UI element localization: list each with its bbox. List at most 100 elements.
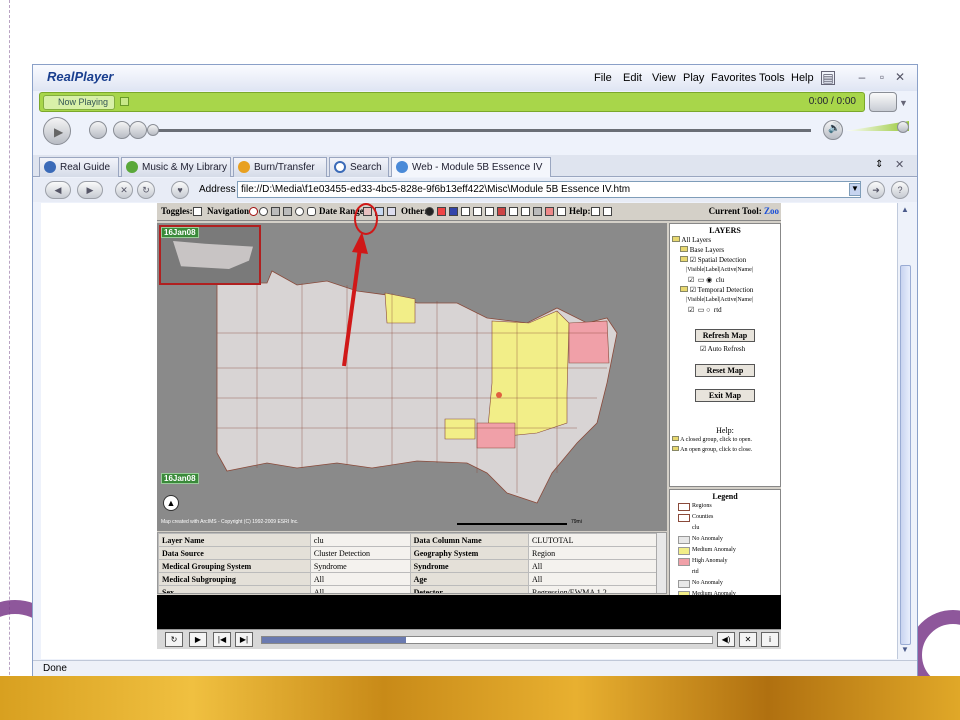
export-icon[interactable] — [545, 207, 554, 216]
scroll-down-icon[interactable]: ▼ — [901, 645, 909, 654]
tab-burn-transfer[interactable]: Burn/Transfer — [233, 157, 327, 177]
previous-extent-icon[interactable] — [283, 207, 292, 216]
realplayer-logo-button[interactable] — [869, 92, 897, 112]
table-row: Medical Subgrouping All Age All — [158, 572, 658, 586]
address-input[interactable]: file://D:\Media\f1e03455-ed33-4bc5-828e-… — [237, 181, 861, 198]
tab-music-library[interactable]: Music & My Library — [121, 157, 231, 177]
reset-map-button[interactable]: Reset Map — [695, 364, 755, 377]
scroll-up-icon[interactable]: ▲ — [901, 205, 909, 214]
embedded-info-button[interactable]: i — [761, 632, 779, 647]
tab-close-icon[interactable]: ✕ — [895, 158, 904, 171]
favorite-heart-button[interactable]: ♥ — [171, 181, 189, 199]
legend-row: No Anomaly — [672, 578, 778, 589]
tab-real-guide[interactable]: Real Guide — [39, 157, 119, 177]
map-view[interactable]: 16Jan08 16Jan08 ▲ Map created with ArcIM… — [157, 223, 667, 531]
print-icon[interactable] — [533, 207, 542, 216]
auto-refresh-checkbox[interactable]: ☑ Auto Refresh — [672, 344, 778, 354]
menu-file[interactable]: File — [594, 72, 612, 84]
grid-icon[interactable] — [485, 207, 494, 216]
folder-open-icon — [680, 256, 688, 262]
page-vertical-scrollbar[interactable]: ▲ ▼ — [897, 203, 913, 659]
annotation-circle — [354, 203, 378, 235]
embedded-play-button[interactable]: ▶ — [189, 632, 207, 647]
options-icon[interactable] — [557, 207, 566, 216]
embedded-next-button[interactable]: ▶| — [235, 632, 253, 647]
table-row: Medical Grouping System Syndrome Syndrome A… — [158, 559, 658, 573]
embedded-prev-button[interactable]: |◀ — [213, 632, 231, 647]
seek-bar[interactable] — [151, 129, 811, 132]
menu-view[interactable]: View — [652, 72, 676, 84]
scroll-thumb[interactable] — [900, 265, 911, 645]
close-icon[interactable]: ✕ — [893, 71, 907, 85]
full-extent-icon[interactable] — [271, 207, 280, 216]
stop-load-button[interactable]: ✕ — [115, 181, 133, 199]
exit-map-button[interactable]: Exit Map — [695, 389, 755, 402]
help-question-icon[interactable] — [603, 207, 612, 216]
legend-label: Medium Anomaly — [692, 547, 736, 553]
table-key-cell: Syndrome — [409, 559, 530, 573]
pan-hand-icon[interactable] — [307, 207, 316, 216]
layer-clu[interactable]: ☑ ▭ ◉ clu — [672, 275, 778, 285]
query-icon[interactable] — [473, 207, 482, 216]
next-button[interactable] — [129, 121, 147, 139]
table-value-cell: All — [528, 559, 658, 573]
address-dropdown-icon[interactable]: ▼ — [849, 183, 861, 196]
play-button[interactable]: ▶ — [43, 117, 71, 145]
refresh-button[interactable]: ↻ — [137, 181, 155, 199]
identify-icon[interactable] — [437, 207, 446, 216]
menu-edit[interactable]: Edit — [623, 72, 642, 84]
info-table-scrollbar[interactable] — [656, 533, 666, 593]
menu-tools[interactable]: Tools — [759, 72, 785, 84]
measure-icon[interactable] — [509, 207, 518, 216]
volume-thumb[interactable] — [897, 121, 909, 133]
tab-web-module[interactable]: Web - Module 5B Essence IV — [391, 157, 551, 177]
layer-spatial-detection[interactable]: ☑ Spatial Detection — [672, 255, 778, 265]
toggles-label: Toggles: — [161, 206, 193, 216]
embedded-progress-track[interactable] — [261, 636, 713, 644]
find-binoculars-icon[interactable] — [449, 207, 458, 216]
menu-help[interactable]: Help — [791, 72, 814, 84]
playlist-icon[interactable] — [120, 97, 129, 106]
map-date-label: 16Jan08 — [161, 473, 199, 484]
forward-button[interactable]: ▶ — [77, 181, 103, 199]
volume-button[interactable]: 🔊 — [823, 120, 843, 140]
scale-label: 79mi — [571, 519, 582, 525]
back-button[interactable]: ◀ — [45, 181, 71, 199]
stop-button[interactable] — [89, 121, 107, 139]
embedded-volume-button[interactable]: ◀) — [717, 632, 735, 647]
help-bubble-button[interactable]: ? — [891, 181, 909, 199]
date-range-table-icon[interactable] — [387, 207, 396, 216]
tab-scroll-icon[interactable]: ⇕ — [875, 159, 883, 170]
buffer-icon[interactable] — [497, 207, 506, 216]
menu-favorites[interactable]: Favorites — [711, 72, 756, 84]
go-button[interactable]: ➜ — [867, 181, 885, 199]
maximize-icon[interactable]: ▫ — [875, 71, 889, 85]
now-playing-button[interactable]: Now Playing — [43, 95, 115, 110]
seek-thumb[interactable] — [147, 124, 159, 136]
zoom-active-icon[interactable] — [295, 207, 304, 216]
layer-temporal-detection[interactable]: ☑ Temporal Detection — [672, 285, 778, 295]
legend-swatch — [678, 558, 690, 566]
medium-anomaly-region-south — [444, 418, 476, 440]
layer-base-layers[interactable]: Base Layers — [672, 245, 778, 255]
zoom-in-icon[interactable] — [249, 207, 258, 216]
compact-view-icon[interactable]: ▤ — [821, 71, 835, 85]
toggle-overview-icon[interactable] — [193, 207, 202, 216]
layer-all-layers[interactable]: All Layers — [672, 235, 778, 245]
medium-anomaly-region-east — [486, 310, 570, 439]
clear-selection-icon[interactable] — [521, 207, 530, 216]
tab-search[interactable]: Search — [329, 157, 389, 177]
info-icon[interactable] — [425, 207, 434, 216]
select-icon[interactable] — [461, 207, 470, 216]
help-book-icon[interactable] — [591, 207, 600, 216]
replay-button[interactable]: ↻ — [165, 632, 183, 647]
chevron-down-icon[interactable]: ▼ — [899, 98, 908, 108]
refresh-map-button[interactable]: Refresh Map — [695, 329, 755, 342]
zoom-out-icon[interactable] — [259, 207, 268, 216]
minimize-icon[interactable]: – — [855, 71, 869, 85]
embedded-close-button[interactable]: ✕ — [739, 632, 757, 647]
table-row: Data Source Cluster Detection Geography Sy… — [158, 546, 658, 560]
table-value-cell: Cluster Detection — [309, 546, 411, 560]
menu-play[interactable]: Play — [683, 72, 704, 84]
layer-rtd[interactable]: ☑ ▭ ○ rtd — [672, 305, 778, 315]
